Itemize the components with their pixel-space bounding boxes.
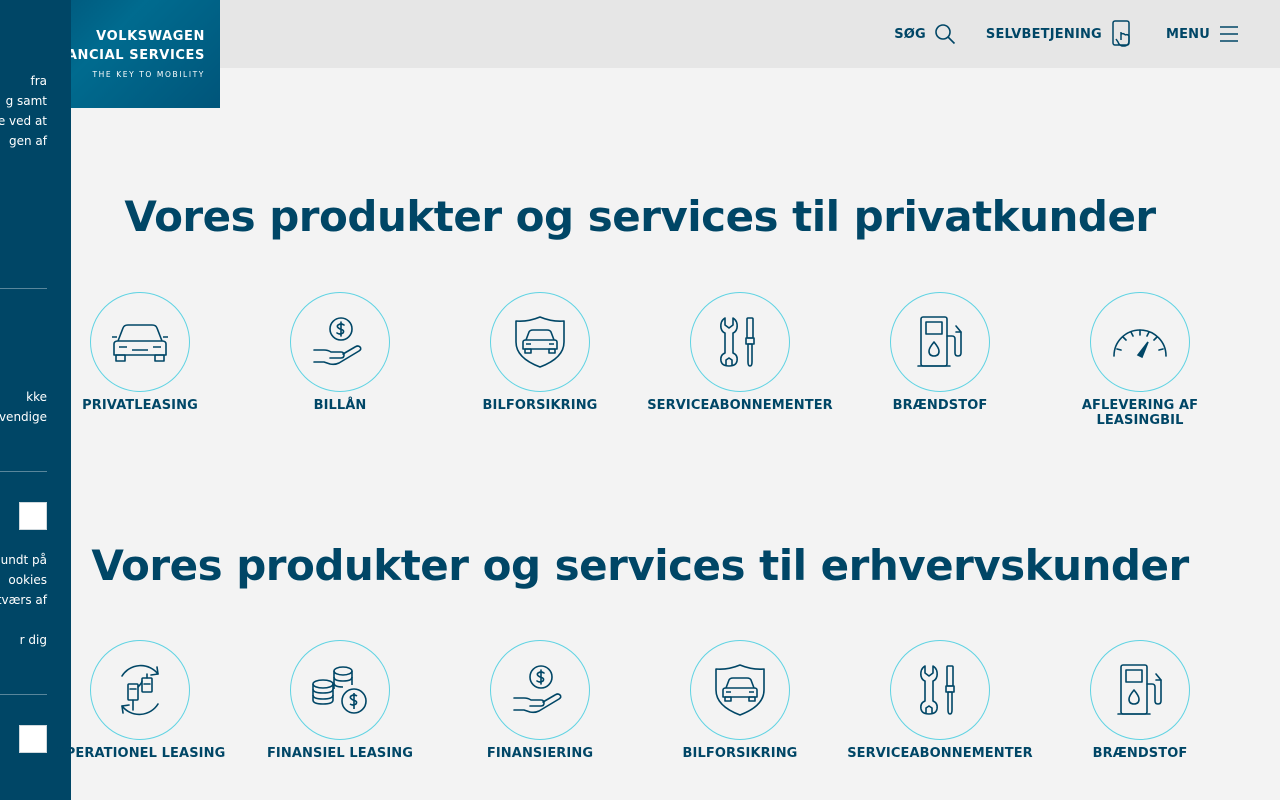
product-tile-bilforsikring[interactable]: BILFORSIKRING (440, 292, 640, 428)
hamburger-icon (1220, 26, 1238, 42)
search-link[interactable]: SØG (894, 23, 956, 45)
tile-label: FINANSIEL LEASING (266, 746, 414, 761)
product-tile-billaan[interactable]: BILLÅN (240, 292, 440, 428)
product-tile-privatleasing[interactable]: PRIVATLEASING (40, 292, 240, 428)
tile-circle (1090, 640, 1190, 740)
private-section-title: Vores produkter og services til privatku… (124, 192, 1156, 241)
tile-label: AFLEVERING AF LEASINGBIL (1081, 398, 1199, 428)
hand-coin-icon (313, 317, 362, 366)
wrench-screwdriver-icon (720, 317, 755, 367)
product-tile-braendstof-erhverv[interactable]: BRÆNDSTOF (1040, 640, 1240, 761)
product-tile-aflevering-af-leasingbil[interactable]: AFLEVERING AF LEASINGBIL (1040, 292, 1240, 428)
product-tile-operationel-leasing[interactable]: OPERATIONEL LEASING (40, 640, 240, 761)
tile-label: BILLÅN (313, 398, 367, 413)
menu-label: MENU (1165, 26, 1210, 42)
cookie-text: g samt (5, 94, 47, 108)
search-icon (935, 24, 955, 45)
tile-circle (290, 292, 390, 392)
product-tile-serviceabonnementer[interactable]: SERVICEABONNEMENTER (640, 292, 840, 428)
tile-circle (90, 292, 190, 392)
car-icon (112, 324, 168, 362)
self-service-link[interactable]: SELVBETJENING (986, 20, 1136, 48)
product-tile-braendstof[interactable]: BRÆNDSTOF (840, 292, 1040, 428)
tile-circle (90, 640, 190, 740)
menu-button[interactable]: MENU (1166, 25, 1240, 43)
fuel-pump-icon (1117, 664, 1162, 715)
cookie-text: undt på (0, 553, 47, 567)
cookie-text: tværs af (0, 593, 47, 607)
tile-label: SERVICEABONNEMENTER (847, 746, 1033, 761)
car-shield-icon (715, 664, 765, 716)
wrench-screwdriver-icon (920, 665, 955, 715)
tile-label: OPERATIONEL LEASING (54, 746, 226, 761)
cookie-text: gen af (9, 134, 47, 148)
tile-circle (290, 640, 390, 740)
product-tile-bilforsikring-erhverv[interactable]: BILFORSIKRING (640, 640, 840, 761)
product-tile-finansiering[interactable]: FINANSIERING (440, 640, 640, 761)
tile-circle (1090, 292, 1190, 392)
fuel-pump-icon (917, 316, 962, 367)
header-nav: SØG SELVBETJENING MENU (894, 0, 1240, 68)
coin-stack-icon (312, 666, 367, 714)
speedometer-icon (1113, 329, 1167, 359)
tile-label: BRÆNDSTOF (1092, 746, 1188, 761)
cookie-text: fra (30, 74, 47, 88)
product-tile-serviceabonnementer-erhverv[interactable]: SERVICEABONNEMENTER (840, 640, 1040, 761)
tile-label: SERVICEABONNEMENTER (647, 398, 833, 413)
tile-circle (690, 292, 790, 392)
self-service-label: SELVBETJENING (985, 26, 1102, 42)
cookie-divider (0, 288, 47, 289)
tile-label: BILFORSIKRING (482, 398, 598, 413)
tile-circle (490, 640, 590, 740)
tile-circle (890, 640, 990, 740)
tile-circle (690, 640, 790, 740)
hand-coin-icon (513, 665, 562, 714)
business-products: OPERATIONEL LEASING FINANSIEL LEASING FI… (40, 640, 1240, 761)
tile-circle (490, 292, 590, 392)
tile-circle (890, 292, 990, 392)
product-tile-finansiel-leasing[interactable]: FINANSIEL LEASING (240, 640, 440, 761)
cookie-text: ookies (8, 573, 47, 587)
private-products: PRIVATLEASING BILLÅN BILFORSIKRING SERVI… (40, 292, 1240, 428)
tile-label: PRIVATLEASING (82, 398, 198, 413)
cookie-text: e ved at (0, 114, 47, 128)
key-cycle-icon (121, 664, 159, 716)
tile-label: BILFORSIKRING (682, 746, 798, 761)
car-shield-icon (515, 316, 565, 368)
tile-label: FINANSIERING (486, 746, 594, 761)
phone-tap-icon (1112, 20, 1130, 47)
tile-label: BRÆNDSTOF (892, 398, 988, 413)
search-label: SØG (894, 26, 926, 42)
cookie-divider (0, 471, 47, 472)
business-section-title: Vores produkter og services til erhvervs… (91, 541, 1189, 590)
cookie-checkbox-functional[interactable] (19, 502, 47, 530)
